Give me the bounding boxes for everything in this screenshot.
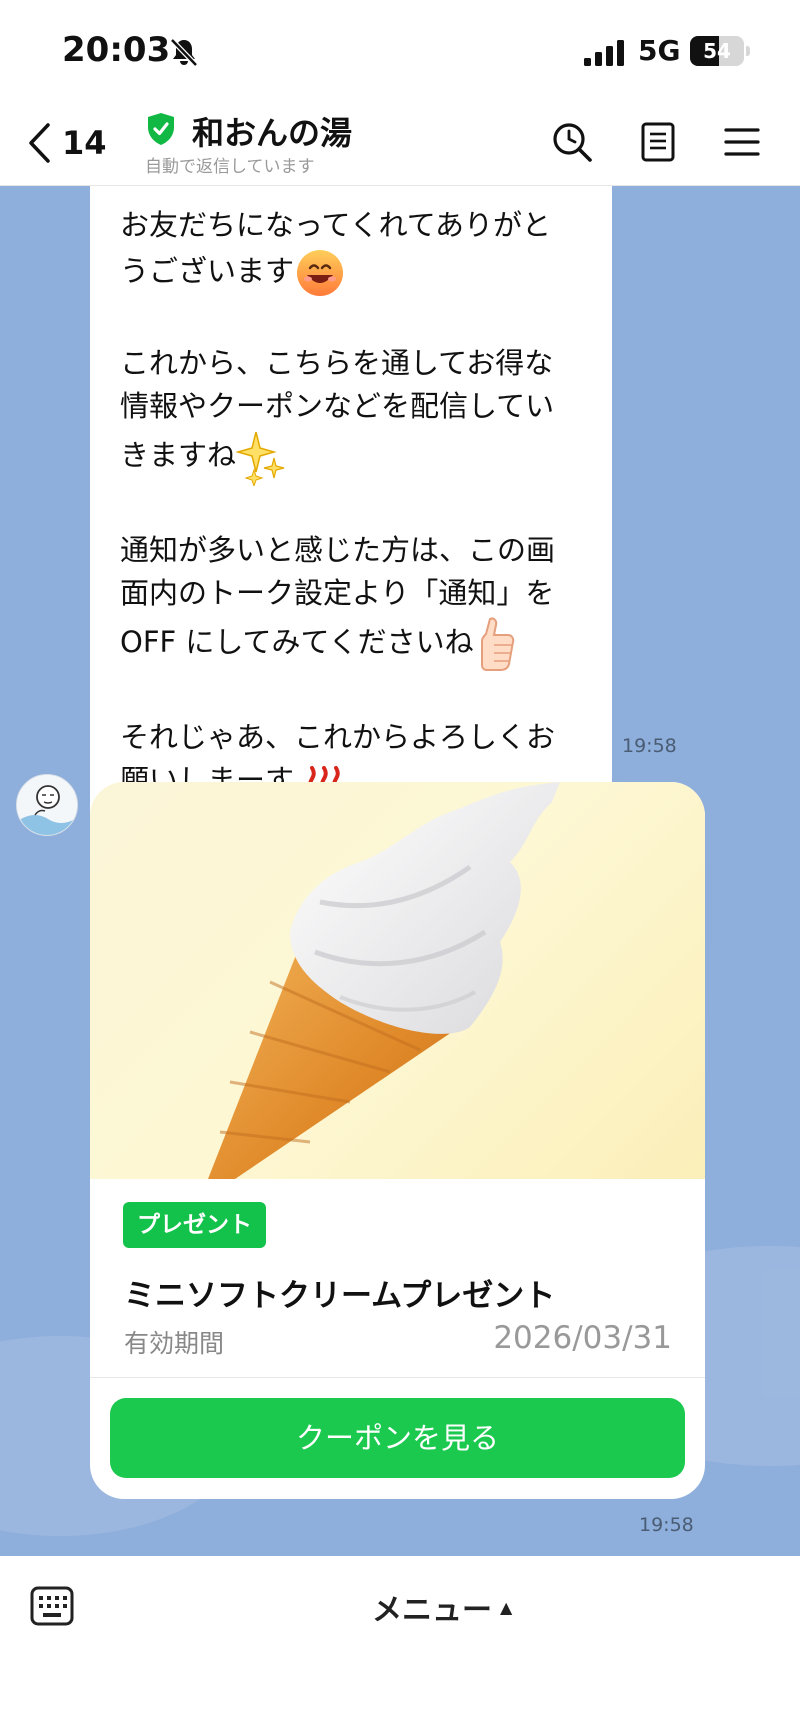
avatar-illustration — [17, 775, 77, 835]
battery-icon: 54 — [690, 36, 750, 66]
coupon-image[interactable] — [90, 782, 705, 1179]
chat-header: 14 和おんの湯 自動で返信しています — [0, 100, 800, 186]
view-coupon-button[interactable]: クーポンを見る — [110, 1398, 685, 1478]
rich-menu-toggle[interactable]: メニュー ▲ — [372, 1586, 512, 1628]
bell-off-icon — [170, 38, 198, 67]
coupon-valid-label: 有効期間 — [124, 1329, 225, 1358]
message-text: これから、こちらを通してお得な 情報やクーポンなどを配信してい きますね — [120, 346, 555, 472]
divider — [90, 1377, 705, 1378]
coupon-tag: プレゼント — [123, 1202, 266, 1248]
network-type: 5G — [638, 34, 681, 67]
message-paragraph: 通知が多いと感じた方は、この画 面内のトーク設定より「通知」を OFF にしてみ… — [120, 529, 584, 673]
chat-title[interactable]: 和おんの湯 — [192, 108, 352, 154]
coupon-title: ミニソフトクリームプレゼント — [124, 1278, 556, 1314]
grinning-face-emoji — [297, 250, 344, 296]
message-paragraph: これから、こちらを通してお得な 情報やクーポンなどを配信してい きますね — [120, 342, 584, 486]
hamburger-menu-icon[interactable] — [720, 120, 764, 164]
keyboard-icon[interactable] — [30, 1586, 74, 1626]
coupon-card[interactable]: プレゼント ミニソフトクリームプレゼント 有効期間 2026/03/31 クーポ… — [90, 782, 705, 1499]
coupon-valid-date: 2026/03/31 — [493, 1320, 672, 1356]
status-time: 20:03 — [62, 30, 171, 70]
message-time: 19:58 — [639, 1514, 694, 1536]
verified-shield-icon — [148, 113, 174, 145]
message-paragraph: お友だちになってくれてありがと うございます — [120, 204, 584, 299]
search-icon[interactable] — [550, 120, 594, 164]
chat-area[interactable]: お友だちになってくれてありがと うございます これから、こちらを通してお得な 情… — [0, 186, 800, 1556]
caret-up-icon: ▲ — [500, 1597, 513, 1617]
notes-icon[interactable] — [636, 120, 680, 164]
back-button[interactable]: 14 — [26, 118, 116, 168]
message-time: 19:58 — [622, 735, 677, 757]
status-bar: 20:03 5G 54 — [0, 0, 800, 100]
thumbs-up-emoji — [480, 617, 514, 671]
sparkles-emoji — [236, 431, 285, 486]
back-chevron-icon — [29, 123, 50, 163]
signal-icon — [584, 40, 624, 66]
bottom-bar: メニュー ▲ — [0, 1556, 800, 1730]
avatar[interactable] — [16, 774, 78, 836]
unread-count: 14 — [62, 124, 107, 162]
menu-label: メニュー — [372, 1593, 492, 1628]
chat-subtitle: 自動で返信しています — [145, 157, 315, 177]
soft-serve-illustration — [208, 782, 560, 1179]
battery-percent: 54 — [703, 39, 731, 63]
